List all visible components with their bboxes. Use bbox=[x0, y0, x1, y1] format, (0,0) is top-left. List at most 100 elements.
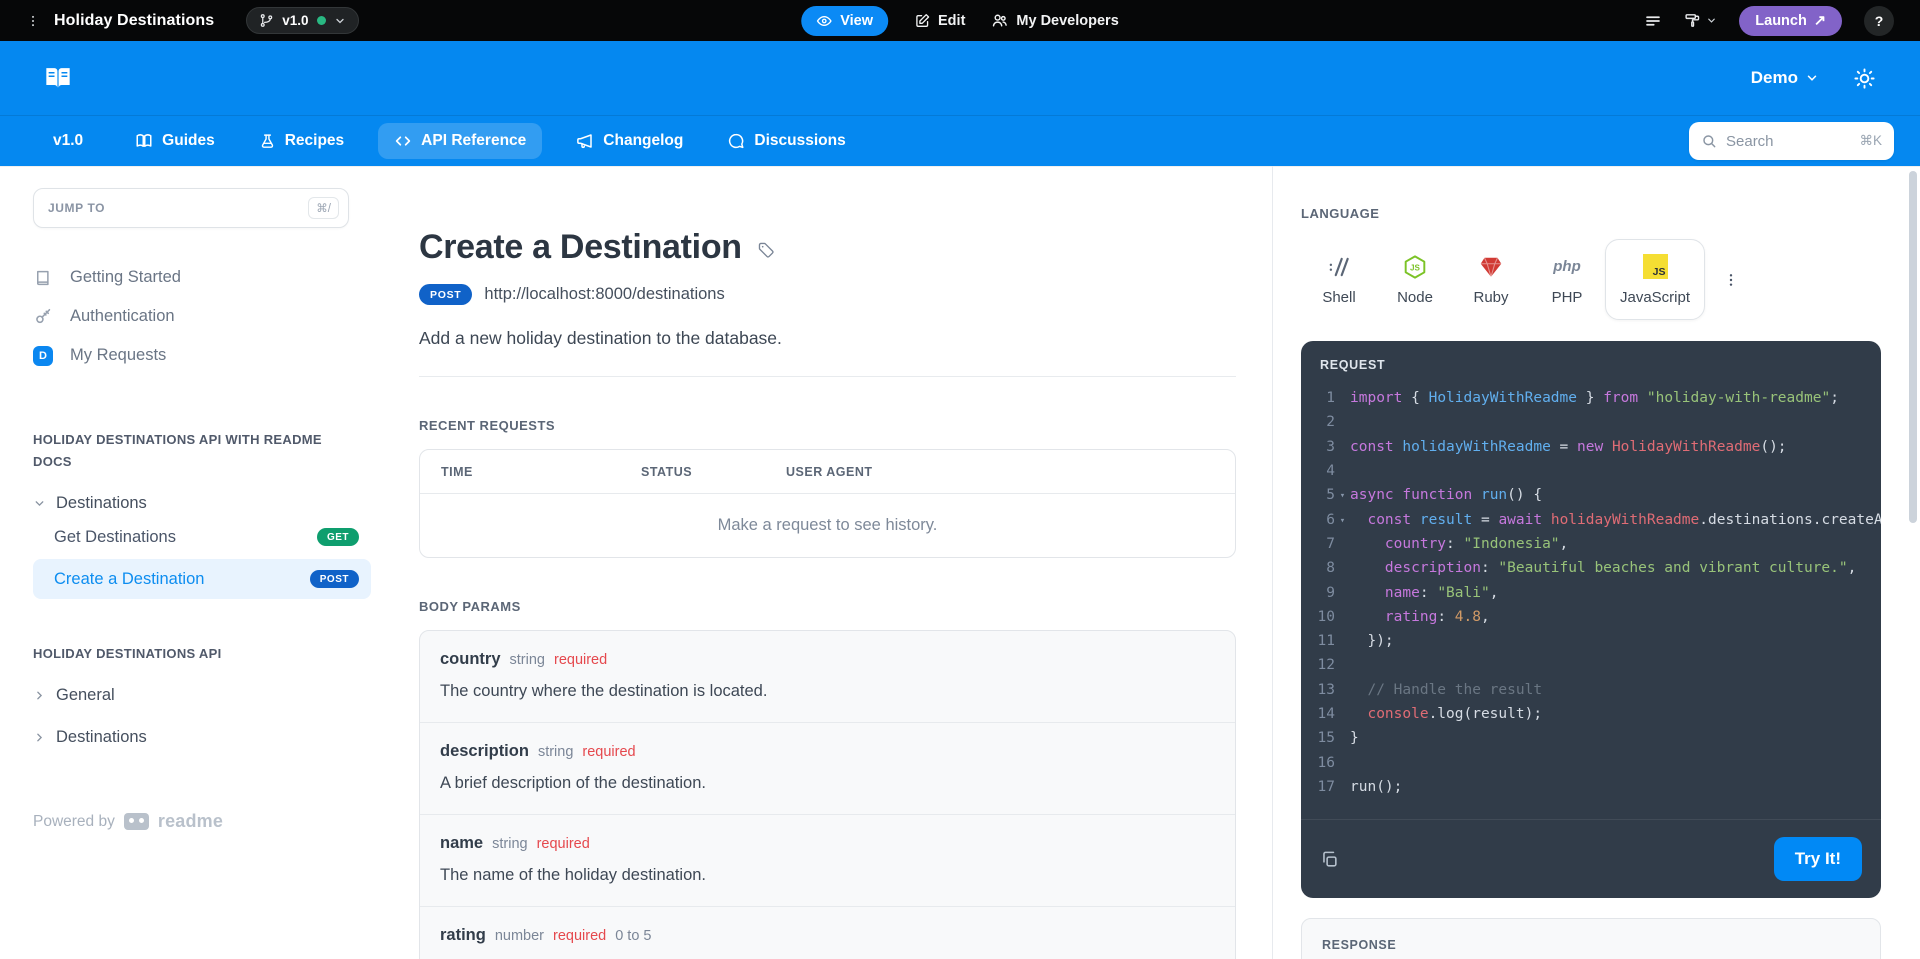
tenant-menu[interactable]: Demo bbox=[1751, 68, 1819, 88]
code-text: console.log(result); bbox=[1350, 706, 1881, 722]
language-label: Ruby bbox=[1473, 289, 1508, 306]
theme-sun-icon[interactable] bbox=[1853, 67, 1876, 90]
page-scrollbar[interactable] bbox=[1909, 171, 1917, 523]
book-open-icon bbox=[135, 132, 153, 150]
language-shell[interactable]: Shell bbox=[1301, 240, 1377, 319]
code-text: rating: 4.8, bbox=[1350, 609, 1881, 625]
line-number: 14 bbox=[1301, 706, 1335, 722]
code-editor[interactable]: 1import { HolidayWithReadme } from "holi… bbox=[1301, 378, 1881, 809]
line-number: 8 bbox=[1301, 560, 1335, 576]
try-it-button[interactable]: Try It! bbox=[1774, 837, 1862, 881]
code-text: run(); bbox=[1350, 779, 1881, 795]
appearance-button[interactable] bbox=[1684, 12, 1717, 29]
sidebar-endpoint-get-destinations[interactable]: Get Destinations GET bbox=[33, 517, 371, 557]
pencil-icon bbox=[914, 13, 930, 29]
sidebar-item-my-requests[interactable]: D My Requests bbox=[33, 336, 380, 375]
line-number: 10 bbox=[1301, 609, 1335, 625]
tab-guides[interactable]: Guides bbox=[125, 123, 225, 159]
endpoint-url: http://localhost:8000/destinations bbox=[484, 285, 724, 304]
language-node[interactable]: JS Node bbox=[1377, 240, 1453, 319]
chevron-down-icon bbox=[33, 497, 46, 510]
top-admin-bar: Holiday Destinations v1.0 View Edit bbox=[0, 0, 1920, 41]
key-icon bbox=[33, 307, 53, 326]
chevron-down-icon bbox=[1706, 15, 1717, 26]
caret-spacer bbox=[1335, 446, 1350, 448]
fold-caret-icon[interactable]: ▾ bbox=[1335, 489, 1350, 501]
caret-spacer bbox=[1335, 786, 1350, 788]
javascript-icon: JS bbox=[1643, 253, 1668, 280]
search-placeholder: Search bbox=[1726, 133, 1859, 150]
request-code-panel: REQUEST 1import { HolidayWithReadme } fr… bbox=[1301, 341, 1881, 898]
branch-icon bbox=[259, 13, 274, 28]
empty-state-text: Make a request to see history. bbox=[420, 494, 1235, 557]
param-row-rating: ratingnumberrequired0 to 5Rating of the … bbox=[420, 906, 1235, 959]
caret-spacer bbox=[1335, 762, 1350, 764]
edit-button[interactable]: Edit bbox=[914, 13, 965, 29]
tenant-label: Demo bbox=[1751, 68, 1798, 88]
sidebar-section-title: HOLIDAY DESTINATIONS API bbox=[33, 643, 333, 665]
line-number: 13 bbox=[1301, 682, 1335, 698]
code-footer: Try It! bbox=[1301, 819, 1881, 898]
sidebar-group-general[interactable]: General bbox=[33, 683, 380, 707]
code-line: 13 // Handle the result bbox=[1301, 678, 1881, 702]
language-javascript[interactable]: JS JavaScript bbox=[1605, 239, 1705, 320]
readme-logo-icon bbox=[124, 813, 149, 830]
code-brackets-icon bbox=[394, 132, 412, 150]
param-description: The name of the holiday destination. bbox=[440, 866, 1215, 885]
caret-spacer bbox=[1335, 397, 1350, 399]
jump-to-search[interactable]: JUMP TO ⌘/ bbox=[33, 188, 349, 228]
endpoint-label: Get Destinations bbox=[54, 528, 176, 547]
line-number: 15 bbox=[1301, 730, 1335, 746]
code-text: async function run() { bbox=[1350, 487, 1881, 503]
code-line: 17run(); bbox=[1301, 775, 1881, 799]
page: Holiday Destinations v1.0 View Edit bbox=[0, 0, 1920, 959]
tab-changelog[interactable]: Changelog bbox=[566, 123, 693, 159]
param-name: name bbox=[440, 834, 483, 852]
copy-code-icon[interactable] bbox=[1320, 850, 1339, 869]
language-label: Shell bbox=[1322, 289, 1355, 306]
project-header: Demo bbox=[0, 41, 1920, 115]
code-text: country: "Indonesia", bbox=[1350, 536, 1881, 552]
line-number: 9 bbox=[1301, 585, 1335, 601]
language-ruby[interactable]: Ruby bbox=[1453, 240, 1529, 319]
search-input[interactable]: Search ⌘K bbox=[1689, 122, 1894, 160]
fold-caret-icon[interactable]: ▾ bbox=[1335, 514, 1350, 526]
sidebar-group-destinations[interactable]: Destinations bbox=[33, 491, 380, 515]
my-developers-button[interactable]: My Developers bbox=[991, 12, 1118, 29]
try-it-panel: LANGUAGE Shell JS Node Ruby php PHP bbox=[1273, 166, 1920, 959]
project-kebab-icon[interactable] bbox=[26, 13, 40, 29]
project-title: Holiday Destinations bbox=[54, 12, 214, 30]
sidebar-endpoint-create-a-destination[interactable]: Create a Destination POST bbox=[33, 559, 371, 599]
recent-requests-table: TIME STATUS USER AGENT Make a request to… bbox=[419, 449, 1236, 558]
sidebar-item-authentication[interactable]: Authentication bbox=[33, 297, 380, 336]
column-user-agent: USER AGENT bbox=[777, 465, 1235, 479]
code-line: 16 bbox=[1301, 750, 1881, 774]
language-php[interactable]: php PHP bbox=[1529, 240, 1605, 319]
nav-version[interactable]: v1.0 bbox=[53, 132, 83, 150]
sidebar-item-getting-started[interactable]: Getting Started bbox=[33, 258, 380, 297]
tag-icon[interactable] bbox=[757, 241, 775, 259]
response-heading: RESPONSE bbox=[1302, 919, 1880, 959]
help-button[interactable]: ? bbox=[1864, 6, 1894, 36]
param-type: string bbox=[510, 652, 545, 668]
node-icon: JS bbox=[1402, 253, 1428, 280]
tab-api-reference[interactable]: API Reference bbox=[378, 123, 542, 159]
line-number: 3 bbox=[1301, 439, 1335, 455]
view-button[interactable]: View bbox=[801, 6, 888, 36]
tab-discussions[interactable]: Discussions bbox=[717, 123, 855, 159]
more-languages-kebab-icon[interactable] bbox=[1723, 271, 1739, 289]
launch-button[interactable]: Launch ↗ bbox=[1739, 6, 1842, 36]
logo-book-icon[interactable] bbox=[44, 66, 72, 90]
version-selector[interactable]: v1.0 bbox=[246, 7, 358, 34]
chevron-right-icon bbox=[33, 689, 46, 702]
code-line: 3const holidayWithReadme = new HolidayWi… bbox=[1301, 435, 1881, 459]
tab-recipes[interactable]: Recipes bbox=[249, 123, 354, 159]
language-label: JavaScript bbox=[1620, 289, 1690, 306]
powered-by-readme[interactable]: Powered by readme bbox=[33, 811, 380, 832]
launch-label: Launch bbox=[1755, 13, 1807, 29]
sidebar-group-destinations-2[interactable]: Destinations bbox=[33, 725, 380, 749]
tab-discussions-label: Discussions bbox=[754, 132, 845, 150]
language-label: PHP bbox=[1552, 289, 1583, 306]
nav-lines-icon[interactable] bbox=[1644, 12, 1662, 30]
caret-spacer bbox=[1335, 713, 1350, 715]
